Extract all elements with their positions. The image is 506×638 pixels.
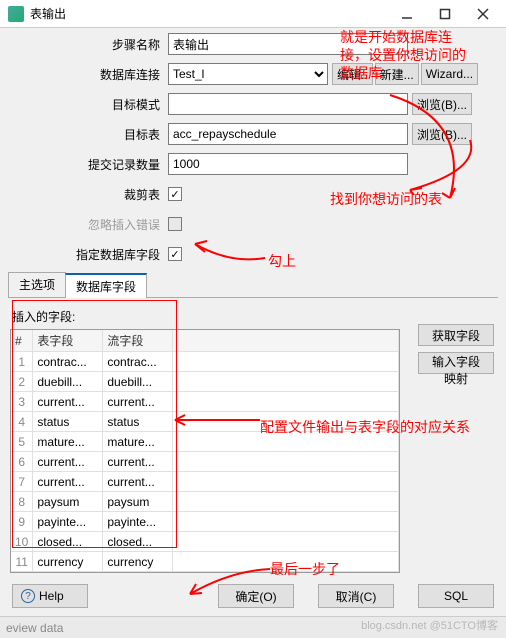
db-wizard-button[interactable]: Wizard... <box>421 63 478 85</box>
db-conn-label: 数据库连接 <box>8 66 168 83</box>
watermark: blog.csdn.net @51CTO博客 <box>361 617 498 633</box>
col-streamfield-header: 流字段 <box>103 330 173 352</box>
step-name-input[interactable] <box>168 33 408 55</box>
truncate-label: 裁剪表 <box>8 186 168 203</box>
cancel-button[interactable]: 取消(C) <box>318 584 394 608</box>
table-row[interactable]: 8paysumpaysum <box>11 492 399 512</box>
table-row[interactable]: 3current...current... <box>11 392 399 412</box>
minimize-button[interactable] <box>388 2 426 26</box>
app-icon <box>8 6 24 22</box>
table-row[interactable]: 1contrac...contrac... <box>11 352 399 372</box>
tab-fields[interactable]: 数据库字段 <box>65 273 147 298</box>
tab-bar: 主选项 数据库字段 <box>8 272 498 298</box>
title-bar: 表输出 <box>0 0 506 28</box>
help-button[interactable]: ? Help <box>12 584 88 608</box>
target-table-label: 目标表 <box>8 126 168 143</box>
ok-button[interactable]: 确定(O) <box>218 584 294 608</box>
button-bar: ? Help 确定(O) 取消(C) SQL <box>0 578 506 614</box>
table-row[interactable]: 2duebill...duebill... <box>11 372 399 392</box>
table-row[interactable]: 9payinte...payinte... <box>11 512 399 532</box>
get-fields-button[interactable]: 获取字段 <box>418 324 494 346</box>
specify-fields-checkbox[interactable] <box>168 247 182 261</box>
specify-fields-label: 指定数据库字段 <box>8 246 168 263</box>
col-num-header: # <box>11 330 33 352</box>
table-row[interactable]: 4statusstatus <box>11 412 399 432</box>
table-row[interactable]: 10closed...closed... <box>11 532 399 552</box>
col-tablefield-header: 表字段 <box>33 330 103 352</box>
target-schema-input[interactable] <box>168 93 408 115</box>
maximize-button[interactable] <box>426 2 464 26</box>
table-row[interactable]: 11currencycurrency <box>11 552 399 572</box>
db-edit-button[interactable]: 编辑.. <box>332 63 373 85</box>
target-table-input[interactable] <box>168 123 408 145</box>
field-map-button[interactable]: 输入字段映射 <box>418 352 494 374</box>
ignore-err-label: 忽略插入错误 <box>8 216 168 233</box>
close-button[interactable] <box>464 2 502 26</box>
truncate-checkbox[interactable] <box>168 187 182 201</box>
table-row[interactable]: 7current...current... <box>11 472 399 492</box>
table-row[interactable]: 5mature...mature... <box>11 432 399 452</box>
help-icon: ? <box>21 589 35 603</box>
target-schema-label: 目标模式 <box>8 96 168 113</box>
db-new-button[interactable]: 新建... <box>375 63 419 85</box>
table-browse-button[interactable]: 浏览(B)... <box>412 123 472 145</box>
schema-browse-button[interactable]: 浏览(B)... <box>412 93 472 115</box>
db-conn-select[interactable]: Test_l <box>168 63 328 85</box>
tab-main[interactable]: 主选项 <box>8 272 66 297</box>
commit-size-input[interactable] <box>168 153 408 175</box>
table-row[interactable]: 6current...current... <box>11 452 399 472</box>
commit-size-label: 提交记录数量 <box>8 156 168 173</box>
dialog-content: 步骤名称 数据库连接 Test_l 编辑.. 新建... Wizard... 目… <box>0 28 506 580</box>
step-name-label: 步骤名称 <box>8 36 168 53</box>
insert-fields-label: 插入的字段: <box>12 308 496 325</box>
sql-button[interactable]: SQL <box>418 584 494 608</box>
ignore-err-checkbox <box>168 217 182 231</box>
fields-grid[interactable]: # 表字段 流字段 1contrac...contrac...2duebill.… <box>10 329 400 573</box>
window-title: 表输出 <box>30 5 388 22</box>
